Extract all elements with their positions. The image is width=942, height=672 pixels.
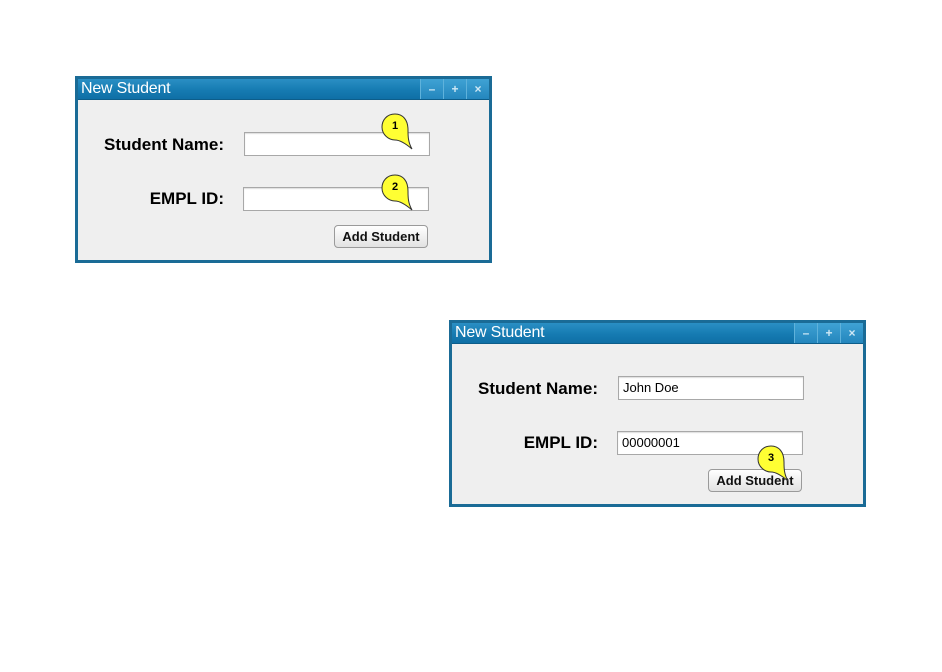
callout-marker-2: 2 (381, 173, 417, 213)
window-titlebar[interactable]: New Student – + × (452, 323, 863, 344)
student-name-input[interactable]: John Doe (618, 376, 804, 400)
callout-number: 2 (391, 181, 399, 193)
callout-number: 3 (767, 452, 775, 464)
close-icon[interactable]: × (466, 79, 489, 99)
student-name-label: Student Name: (104, 135, 224, 154)
new-student-window-empty: New Student – + × Student Name: EMPL ID:… (75, 76, 492, 263)
maximize-icon[interactable]: + (443, 79, 466, 99)
window-titlebar[interactable]: New Student – + × (78, 79, 489, 100)
minimize-icon[interactable]: – (794, 323, 817, 343)
window-title: New Student (81, 80, 171, 97)
empl-id-label: EMPL ID: (523, 433, 598, 452)
student-name-label: Student Name: (478, 379, 598, 398)
close-icon[interactable]: × (840, 323, 863, 343)
window-title: New Student (455, 324, 545, 341)
add-student-button[interactable]: Add Student (334, 225, 428, 248)
new-student-window-filled: New Student – + × Student Name: John Doe… (449, 320, 866, 507)
callout-marker-3: 3 (757, 444, 793, 484)
minimize-icon[interactable]: – (420, 79, 443, 99)
callout-number: 1 (391, 120, 399, 132)
empl-id-label: EMPL ID: (149, 189, 224, 208)
maximize-icon[interactable]: + (817, 323, 840, 343)
callout-marker-1: 1 (381, 112, 417, 152)
